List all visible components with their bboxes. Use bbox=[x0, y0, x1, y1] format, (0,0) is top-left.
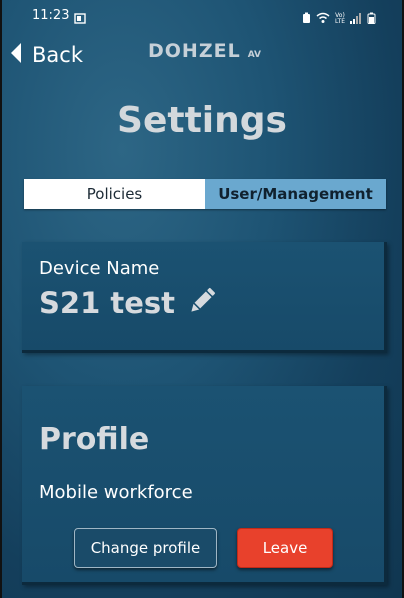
header: Back DOHZEL AV bbox=[2, 38, 402, 74]
device-name-card: Device Name S21 test bbox=[22, 242, 387, 353]
profile-value: Mobile workforce bbox=[39, 482, 193, 503]
brand-name: DOHZEL bbox=[148, 40, 241, 62]
notification-icon bbox=[74, 10, 86, 29]
status-time: 11:23 bbox=[32, 8, 70, 23]
tab-user-management[interactable]: User/Management bbox=[205, 179, 386, 209]
device-name-value: S21 test bbox=[39, 286, 175, 320]
tab-bar: Policies User/Management bbox=[24, 179, 386, 209]
wifi-icon bbox=[316, 9, 330, 28]
network-bottom-label: LTE bbox=[335, 17, 345, 25]
battery-icon bbox=[367, 9, 376, 28]
change-profile-button[interactable]: Change profile bbox=[74, 528, 217, 568]
status-icons: Vo) LTE bbox=[302, 9, 376, 28]
status-bar: 11:23 Vo) LTE bbox=[2, 0, 402, 32]
tab-policies[interactable]: Policies bbox=[24, 179, 205, 209]
back-chevron-icon bbox=[10, 42, 22, 68]
profile-title: Profile bbox=[39, 422, 150, 457]
brand-suffix: AV bbox=[247, 50, 262, 60]
battery-saver-icon bbox=[302, 9, 311, 28]
edit-pencil-icon[interactable] bbox=[187, 286, 217, 320]
signal-icon bbox=[350, 9, 362, 28]
page-title: Settings bbox=[117, 100, 287, 141]
profile-card: Profile Mobile workforce Change profile … bbox=[22, 386, 387, 585]
back-label: Back bbox=[32, 43, 83, 67]
device-name-label: Device Name bbox=[39, 258, 160, 279]
brand-logo: DOHZEL AV bbox=[148, 40, 261, 62]
device-name-row: S21 test bbox=[39, 286, 217, 320]
network-type: Vo) LTE bbox=[335, 12, 345, 25]
back-button[interactable]: Back bbox=[10, 42, 83, 68]
app-screen: 11:23 Vo) LTE Back DOHZEL AV Settings Po… bbox=[2, 0, 402, 598]
leave-button[interactable]: Leave bbox=[237, 528, 333, 568]
